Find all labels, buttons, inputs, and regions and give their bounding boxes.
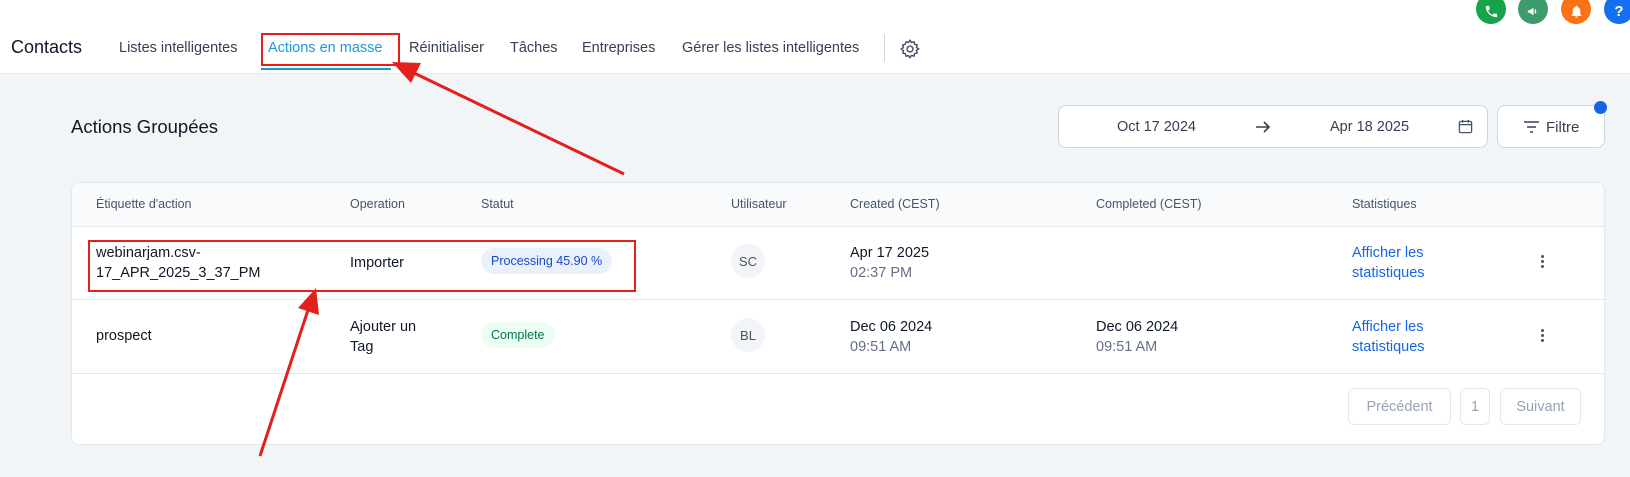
column-header-operation: Operation — [350, 197, 405, 211]
notifications-button[interactable] — [1561, 0, 1591, 24]
created-at: Apr 17 2025 02:37 PM — [850, 245, 930, 281]
column-header-created: Created (CEST) — [850, 197, 940, 211]
view-stats-link[interactable]: Afficher les statistiques — [1352, 243, 1425, 283]
date-from: Oct 17 2024 — [1117, 119, 1196, 135]
operation: Ajouter un Tag — [350, 319, 417, 355]
table-header: Étiquette d'action Operation Statut Util… — [72, 183, 1604, 227]
bell-icon — [1571, 5, 1581, 18]
phone-button[interactable] — [1476, 0, 1506, 24]
tab-bulk-actions[interactable]: Actions en masse — [268, 40, 382, 56]
phone-icon — [1485, 5, 1497, 17]
filter-active-dot — [1594, 101, 1607, 114]
column-header-completed: Completed (CEST) — [1096, 197, 1202, 211]
column-header-status: Statut — [481, 197, 514, 211]
completed-at: Dec 06 2024 09:51 AM — [1096, 319, 1179, 355]
page-number-button[interactable]: 1 — [1460, 388, 1490, 425]
status-badge: Processing 45.90 % — [481, 248, 613, 274]
help-button[interactable]: ? — [1604, 0, 1630, 24]
tab-tasks[interactable]: Tâches — [510, 40, 558, 56]
column-header-stats: Statistiques — [1352, 197, 1417, 211]
nav-divider — [884, 34, 885, 62]
filter-button[interactable]: Filtre — [1497, 105, 1605, 148]
view-stats-link[interactable]: Afficher les statistiques — [1352, 317, 1425, 357]
top-navigation-bar: Contacts Listes intelligentes Actions en… — [0, 0, 1630, 74]
table-row: prospect Ajouter un Tag Complete BL Dec … — [72, 300, 1604, 374]
tab-reset[interactable]: Réinitialiser — [409, 40, 484, 56]
avatar: SC — [731, 244, 765, 278]
more-options-icon[interactable] — [1533, 252, 1553, 272]
action-label: prospect — [96, 328, 152, 344]
gear-icon[interactable] — [899, 38, 921, 60]
operation: Importer — [350, 255, 404, 271]
filter-icon — [1524, 121, 1539, 133]
column-header-label: Étiquette d'action — [96, 197, 192, 211]
tab-manage-smart-lists[interactable]: Gérer les listes intelligentes — [682, 40, 859, 56]
announcements-button[interactable] — [1518, 0, 1548, 24]
page-brand: Contacts — [11, 37, 83, 57]
status-badge: Complete — [481, 322, 555, 348]
filter-label: Filtre — [1546, 119, 1580, 136]
next-page-button[interactable]: Suivant — [1500, 388, 1581, 425]
table-row: webinarjam.csv- 17_APR_2025_3_37_PM Impo… — [72, 226, 1604, 300]
more-options-icon[interactable] — [1533, 326, 1553, 346]
action-label: webinarjam.csv- 17_APR_2025_3_37_PM — [96, 245, 261, 281]
calendar-icon — [1458, 119, 1473, 134]
arrow-right-icon — [1256, 121, 1271, 133]
date-range-picker[interactable]: Oct 17 2024 Apr 18 2025 — [1058, 105, 1488, 148]
column-header-user: Utilisateur — [731, 197, 787, 211]
created-at: Dec 06 2024 09:51 AM — [850, 319, 933, 355]
tab-smart-lists[interactable]: Listes intelligentes — [119, 40, 238, 56]
megaphone-icon — [1527, 7, 1536, 15]
date-to: Apr 18 2025 — [1330, 119, 1410, 135]
avatar: BL — [731, 318, 765, 352]
bulk-actions-table: Étiquette d'action Operation Statut Util… — [71, 182, 1605, 445]
tab-companies[interactable]: Entreprises — [582, 40, 655, 56]
active-tab-underline — [261, 68, 391, 70]
page-title: Actions Groupées — [71, 116, 219, 137]
help-icon: ? — [1614, 3, 1624, 20]
previous-page-button[interactable]: Précédent — [1348, 388, 1451, 425]
